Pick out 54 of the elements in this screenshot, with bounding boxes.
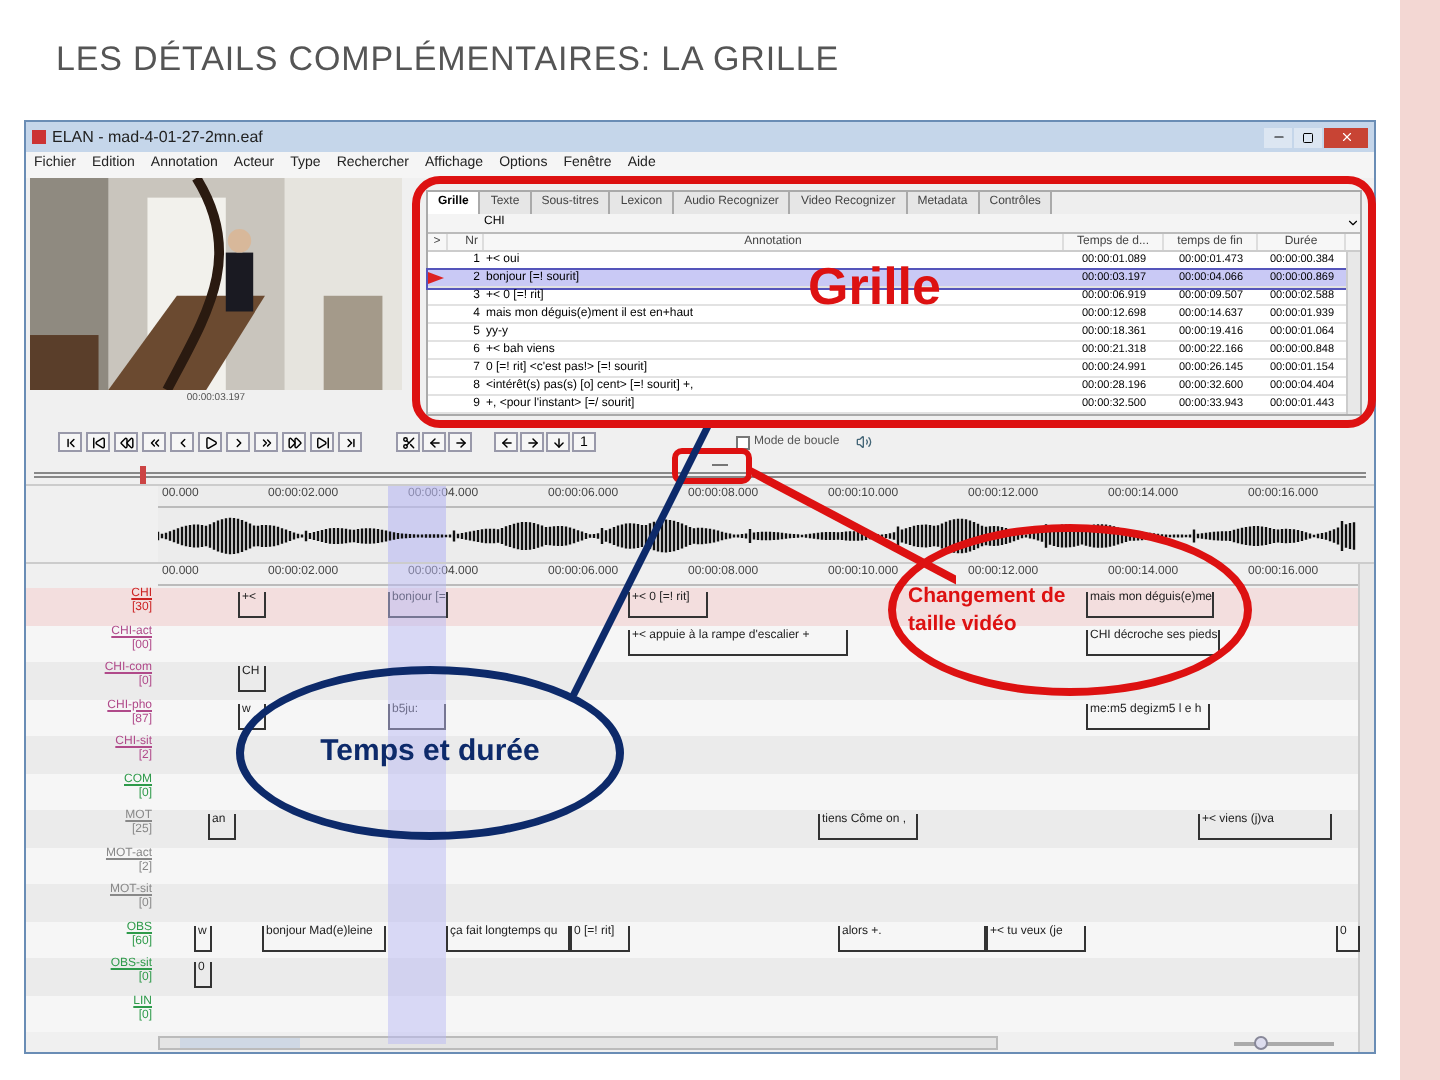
arrow-left-icon xyxy=(427,435,441,449)
loop-checkbox[interactable] xyxy=(736,435,750,449)
media-button[interactable] xyxy=(58,432,82,452)
flag-icon xyxy=(428,272,444,284)
slide-title: LES DÉTAILS COMPLÉMENTAIRES: LA GRILLE xyxy=(56,38,840,83)
maximize-icon xyxy=(1302,131,1314,143)
arrow-right-icon xyxy=(525,435,539,449)
navigation-button[interactable] xyxy=(546,432,570,452)
skip-end-icon xyxy=(343,435,357,449)
selection-button[interactable] xyxy=(448,432,472,452)
speaker-icon[interactable] xyxy=(855,434,872,450)
arrow-down-icon xyxy=(551,435,565,449)
skip-forward-icon xyxy=(315,435,329,449)
resize-handle[interactable] xyxy=(712,463,728,465)
media-button[interactable] xyxy=(226,432,250,452)
media-button[interactable] xyxy=(254,432,278,452)
play-icon xyxy=(203,435,217,449)
media-button[interactable] xyxy=(198,432,222,452)
minimize-button[interactable] xyxy=(1264,127,1292,147)
slider-thumb[interactable] xyxy=(1254,1035,1268,1049)
arrow-left-icon xyxy=(499,435,513,449)
scissors-icon xyxy=(401,435,415,449)
vertical-scrollbar[interactable] xyxy=(1358,564,1374,1052)
arrow-right-icon xyxy=(453,435,467,449)
fast-forward-icon xyxy=(287,435,301,449)
navigation-button[interactable] xyxy=(520,432,544,452)
skip-start-icon xyxy=(63,435,77,449)
minimize-icon xyxy=(1271,130,1285,144)
callout-text: Changement de taille vidéo xyxy=(908,582,1068,638)
app-icon xyxy=(32,130,46,144)
close-icon xyxy=(1339,130,1353,144)
media-button[interactable] xyxy=(338,432,362,452)
skip-back-icon xyxy=(91,435,105,449)
maximize-button[interactable] xyxy=(1294,127,1322,147)
horizontal-scrollbar[interactable] xyxy=(158,1036,998,1050)
chevron-left-icon xyxy=(175,435,189,449)
window-title: ELAN - mad-4-01-27-2mn.eaf xyxy=(52,125,263,149)
overview-handle[interactable] xyxy=(140,465,147,483)
media-button[interactable] xyxy=(170,432,194,452)
selection-button[interactable] xyxy=(422,432,446,452)
chevron-right-icon xyxy=(231,435,245,449)
rewind-icon xyxy=(119,435,133,449)
media-button[interactable] xyxy=(282,432,306,452)
navigation-button[interactable] xyxy=(494,432,518,452)
media-button[interactable] xyxy=(114,432,138,452)
selection-button[interactable] xyxy=(396,432,420,452)
scrollbar[interactable] xyxy=(1346,252,1360,414)
media-button[interactable] xyxy=(310,432,334,452)
dropdown-icon xyxy=(1346,216,1360,230)
double-chevron-left-icon xyxy=(147,435,161,449)
media-button[interactable] xyxy=(142,432,166,452)
callout-text: Temps et durée xyxy=(320,732,540,773)
double-chevron-right-icon xyxy=(259,435,273,449)
media-button[interactable] xyxy=(86,432,110,452)
